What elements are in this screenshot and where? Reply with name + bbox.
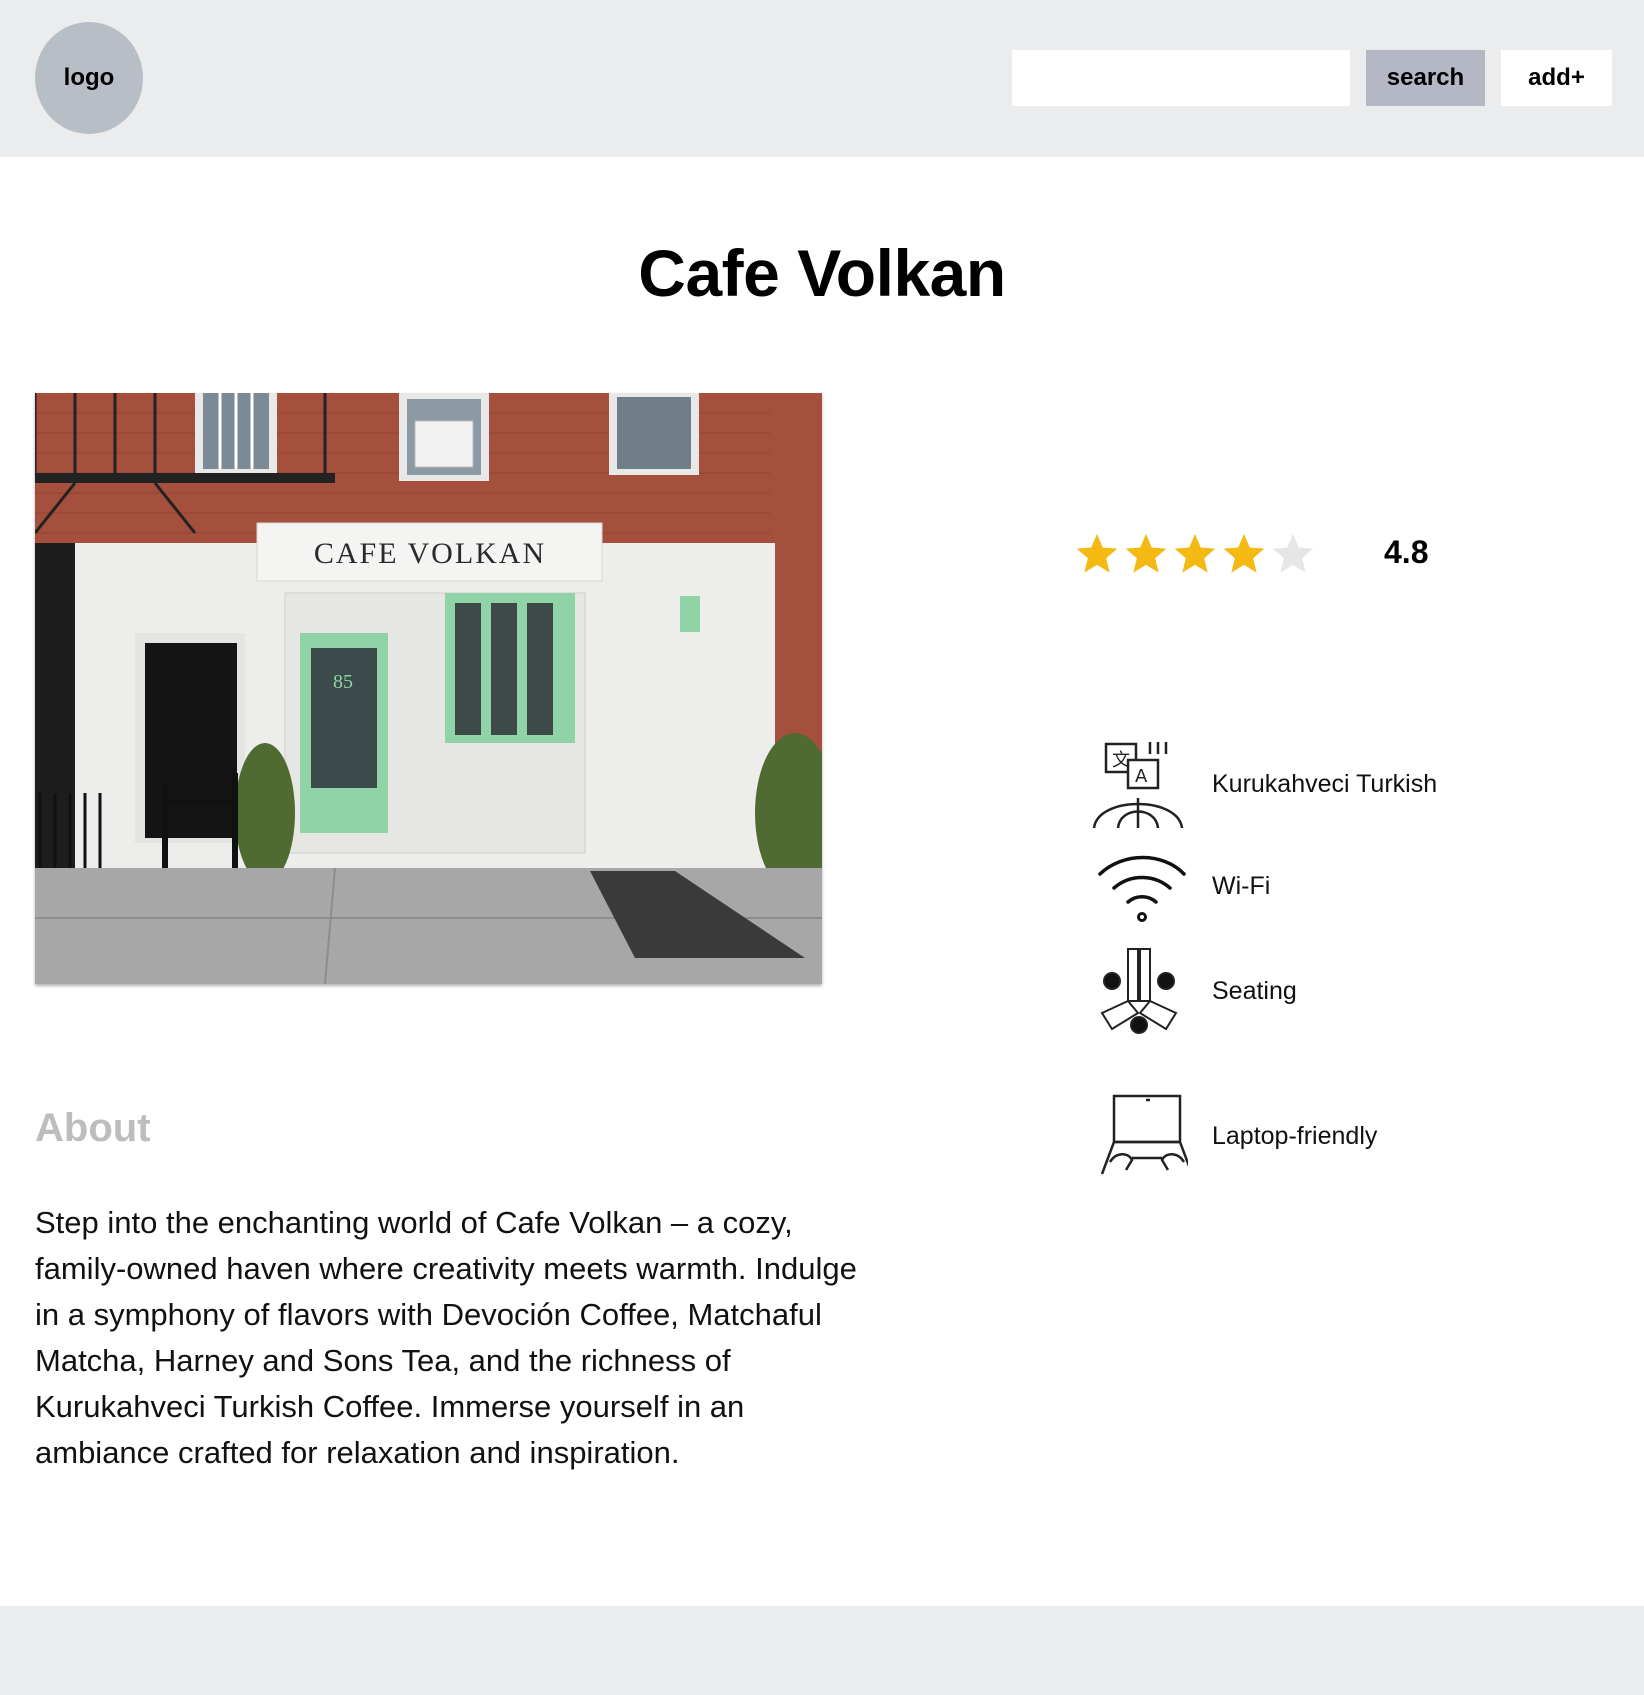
seating-icon — [1100, 948, 1178, 1034]
cafe-photo: CAFE VOLKAN 85 — [35, 393, 822, 984]
star-filled-icon — [1174, 533, 1216, 573]
add-button[interactable]: add+ — [1501, 50, 1612, 106]
search-input[interactable] — [1012, 50, 1350, 106]
amenity-label: Wi-Fi — [1212, 871, 1271, 900]
door-number: 85 — [333, 671, 353, 693]
star-empty-icon — [1272, 533, 1314, 573]
amenity-item: Wi-Fi — [1088, 838, 1608, 934]
about-heading: About — [35, 1106, 151, 1150]
star-filled-icon — [1076, 533, 1118, 573]
laptop-icon — [1100, 1094, 1188, 1175]
logo-text: logo — [63, 64, 115, 91]
amenity-label: Laptop-friendly — [1212, 1121, 1378, 1150]
rating-value: 4.8 — [1384, 534, 1429, 570]
logo[interactable]: logo — [35, 22, 143, 134]
page-title: Cafe Volkan — [638, 236, 1006, 310]
search-button[interactable]: search — [1366, 50, 1485, 106]
sign-text: CAFE VOLKAN — [314, 537, 546, 570]
svg-text:A: A — [1135, 766, 1148, 787]
about-text: Step into the enchanting world of Cafe V… — [35, 1205, 857, 1470]
amenity-item: 文 A Kurukahveci Turkish — [1088, 736, 1608, 832]
amenity-label: Seating — [1212, 976, 1297, 1005]
header: logo search add+ — [0, 0, 1644, 157]
search-button-label: search — [1386, 64, 1465, 91]
amenity-item: Laptop-friendly — [1088, 1088, 1608, 1184]
translate-globe-icon: 文 A — [1092, 742, 1184, 829]
star-rating — [1074, 528, 1319, 580]
star-filled-icon — [1223, 533, 1265, 573]
footer — [0, 1606, 1644, 1695]
star-filled-icon — [1125, 533, 1167, 573]
wifi-icon — [1098, 855, 1186, 922]
add-button-label: add+ — [1528, 64, 1585, 91]
amenity-item: Seating — [1088, 943, 1608, 1039]
amenity-label: Kurukahveci Turkish — [1212, 769, 1438, 798]
